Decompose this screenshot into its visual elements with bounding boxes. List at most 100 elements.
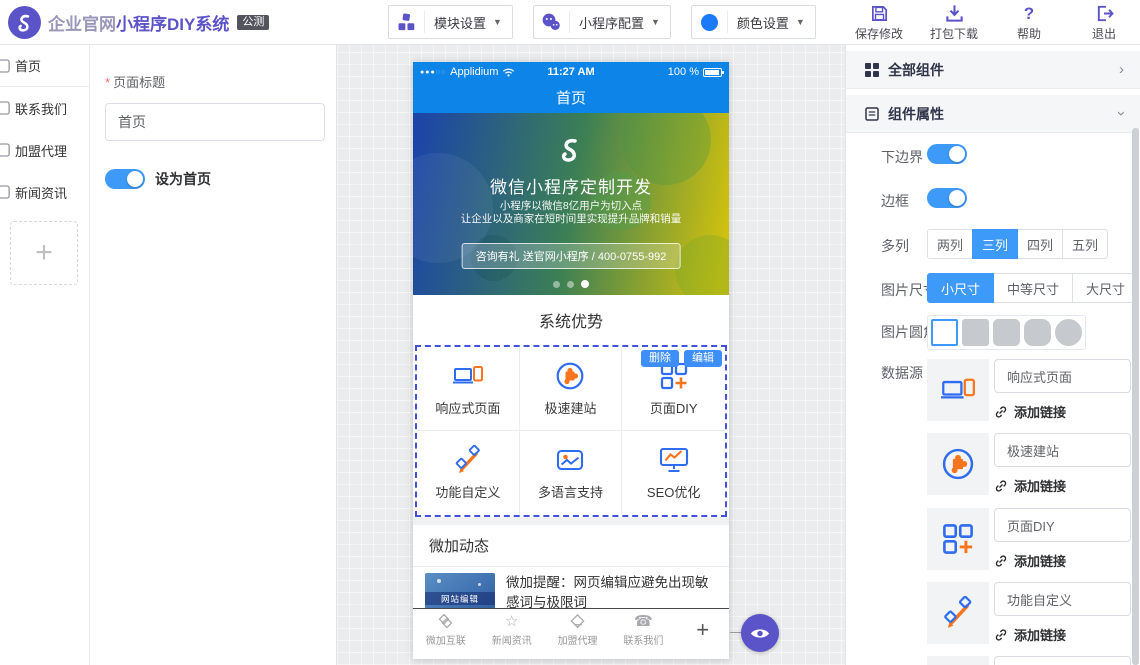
set-home-label: 设为首页 [155,169,211,189]
data-source-label: 数据源 [881,363,923,383]
carousel-dot[interactable] [567,281,574,288]
data-source-row-2: 添加链接 [927,433,1137,495]
grid-item-multilang[interactable]: 多语言支持 [520,431,623,515]
add-link-button-3[interactable]: 添加链接 [994,551,1066,570]
page-icon [0,185,10,199]
chevron-down-icon: ▼ [493,17,502,27]
data-source-input-4[interactable] [994,582,1131,616]
help-button[interactable]: ? 帮助 [1003,4,1055,42]
columns-option-2[interactable]: 两列 [927,229,973,259]
required-mark: * [105,75,110,90]
sidebar-item-news[interactable]: 新闻资讯 [0,171,89,213]
bottom-border-toggle[interactable] [927,144,967,164]
top-header: 企业官网小程序DIY系统 公测 模块设置 ▼ 小程序配置 ▼ 颜色设置 ▼ [0,0,1140,45]
hero-banner-module[interactable]: 微信小程序定制开发 小程序以微信8亿用户为切入点 让企业以及商家在短时间里实现提… [413,113,729,295]
phone-icon: ☎ [634,613,653,630]
columns-label: 多列 [881,236,909,256]
set-home-toggle[interactable] [105,169,145,189]
sidebar-item-home[interactable]: 首页 [0,45,89,87]
sidebar-item-label: 联系我们 [15,99,67,118]
radius-option-medium[interactable] [993,319,1020,346]
carousel-dot-active[interactable] [581,280,589,288]
responsive-icon [927,359,989,421]
radius-option-large[interactable] [1024,319,1051,346]
image-size-medium[interactable]: 中等尺寸 [993,273,1073,303]
page-title-label: *页面标题 [105,72,336,91]
pencil-icon [927,582,989,644]
data-source-row-1: 添加链接 [927,359,1137,421]
add-page-button[interactable]: + [10,221,78,285]
sidebar-item-agency[interactable]: 加盟代理 [0,129,89,171]
download-button[interactable]: 打包下载 [928,4,980,42]
set-home-row: 设为首页 [105,169,336,189]
beta-badge: 公测 [237,15,269,30]
tab-add-button[interactable]: + [676,609,729,650]
chevron-right-icon: › [1119,62,1124,77]
exit-button[interactable]: 退出 [1078,4,1130,42]
news-thumbnail: 网站编辑 [425,573,495,608]
columns-option-5[interactable]: 五列 [1062,229,1108,259]
data-source-input-3[interactable] [994,508,1131,542]
data-source-row-5-partial [927,656,1137,665]
chevron-down-icon: ▼ [651,17,660,27]
module-settings-button[interactable]: 模块设置 ▼ [388,5,513,39]
add-link-button-4[interactable]: 添加链接 [994,625,1066,644]
data-source-input-2[interactable] [994,433,1131,467]
grid-item-fastbuild[interactable]: 极速建站 [520,347,623,431]
radius-option-circle[interactable] [1055,319,1082,346]
add-link-button-2[interactable]: 添加链接 [994,476,1066,495]
miniprogram-config-button[interactable]: 小程序配置 ▼ [533,5,671,39]
color-settings-button[interactable]: 颜色设置 ▼ [691,5,816,39]
save-button[interactable]: 保存修改 [853,4,905,42]
pencil-icon [453,445,483,475]
grid-item-seo[interactable]: SEO优化 [622,431,725,515]
columns-option-3-selected[interactable]: 三列 [972,229,1018,259]
page-icon [0,59,10,73]
tab-weijia[interactable]: 微加互联 [413,609,479,650]
image-size-large[interactable]: 大尺寸 [1072,273,1139,303]
data-source-input-5[interactable] [994,656,1131,665]
hero-cta-pill[interactable]: 咨询有礼 送官网小程序 / 400-0755-992 [462,243,681,269]
advantages-section-title: 系统优势 [413,295,729,345]
module-gap [413,517,729,525]
save-icon [870,4,889,23]
preview-eye-button[interactable] [741,614,779,652]
news-thumbnail-caption: 网站编辑 [425,592,495,605]
edit-module-button[interactable]: 编辑 [684,350,722,367]
data-source-row-4: 添加链接 [927,582,1137,644]
grid-item-custom[interactable]: 功能自定义 [417,431,520,515]
page-title-input[interactable] [105,103,325,141]
selected-grid-module[interactable]: 删除 编辑 响应式页面 极速建站 页面DIY [415,345,727,517]
pages-sidebar: 首页 联系我们 加盟代理 新闻资讯 + [0,45,90,665]
star-icon: ☆ [505,613,518,630]
radius-option-none-selected[interactable] [931,319,958,346]
radius-option-small[interactable] [962,319,989,346]
sidebar-item-contact[interactable]: 联系我们 [0,87,89,129]
carousel-dot[interactable] [553,281,560,288]
all-components-header[interactable]: 全部组件 › [846,51,1140,89]
columns-option-4[interactable]: 四列 [1017,229,1063,259]
component-props-header[interactable]: 组件属性 › [846,95,1140,133]
delete-module-button[interactable]: 删除 [641,350,679,367]
grid-item-responsive[interactable]: 响应式页面 [417,347,520,431]
tab-agency[interactable]: 加盟代理 [545,609,611,650]
add-link-button-1[interactable]: 添加链接 [994,402,1066,421]
data-source-input-1[interactable] [994,359,1131,393]
brand-logo-icon [8,6,41,39]
eye-icon [750,627,770,640]
carousel-dots [413,280,729,288]
news-list-item[interactable]: 网站编辑 微加提醒：网页编辑应避免出现敏感词与极限词 [413,567,729,608]
image-size-small-selected[interactable]: 小尺寸 [927,273,994,303]
tag-icon [569,613,586,630]
header-actions: 保存修改 打包下载 ? 帮助 退出 [853,4,1130,42]
chain-icon [994,405,1008,419]
page-icon [0,143,10,157]
panel-scrollbar[interactable] [1132,128,1139,665]
preview-connector-line [730,632,741,633]
border-toggle[interactable] [927,188,967,208]
phone-statusbar: ●●●○○ Applidium 11:27 AM 100 % [413,62,729,82]
tab-news[interactable]: ☆ 新闻资讯 [479,609,545,650]
app-title-accent: 小程序DIY系统 [116,10,229,35]
tab-contact[interactable]: ☎ 联系我们 [610,609,676,650]
download-icon [945,4,964,23]
